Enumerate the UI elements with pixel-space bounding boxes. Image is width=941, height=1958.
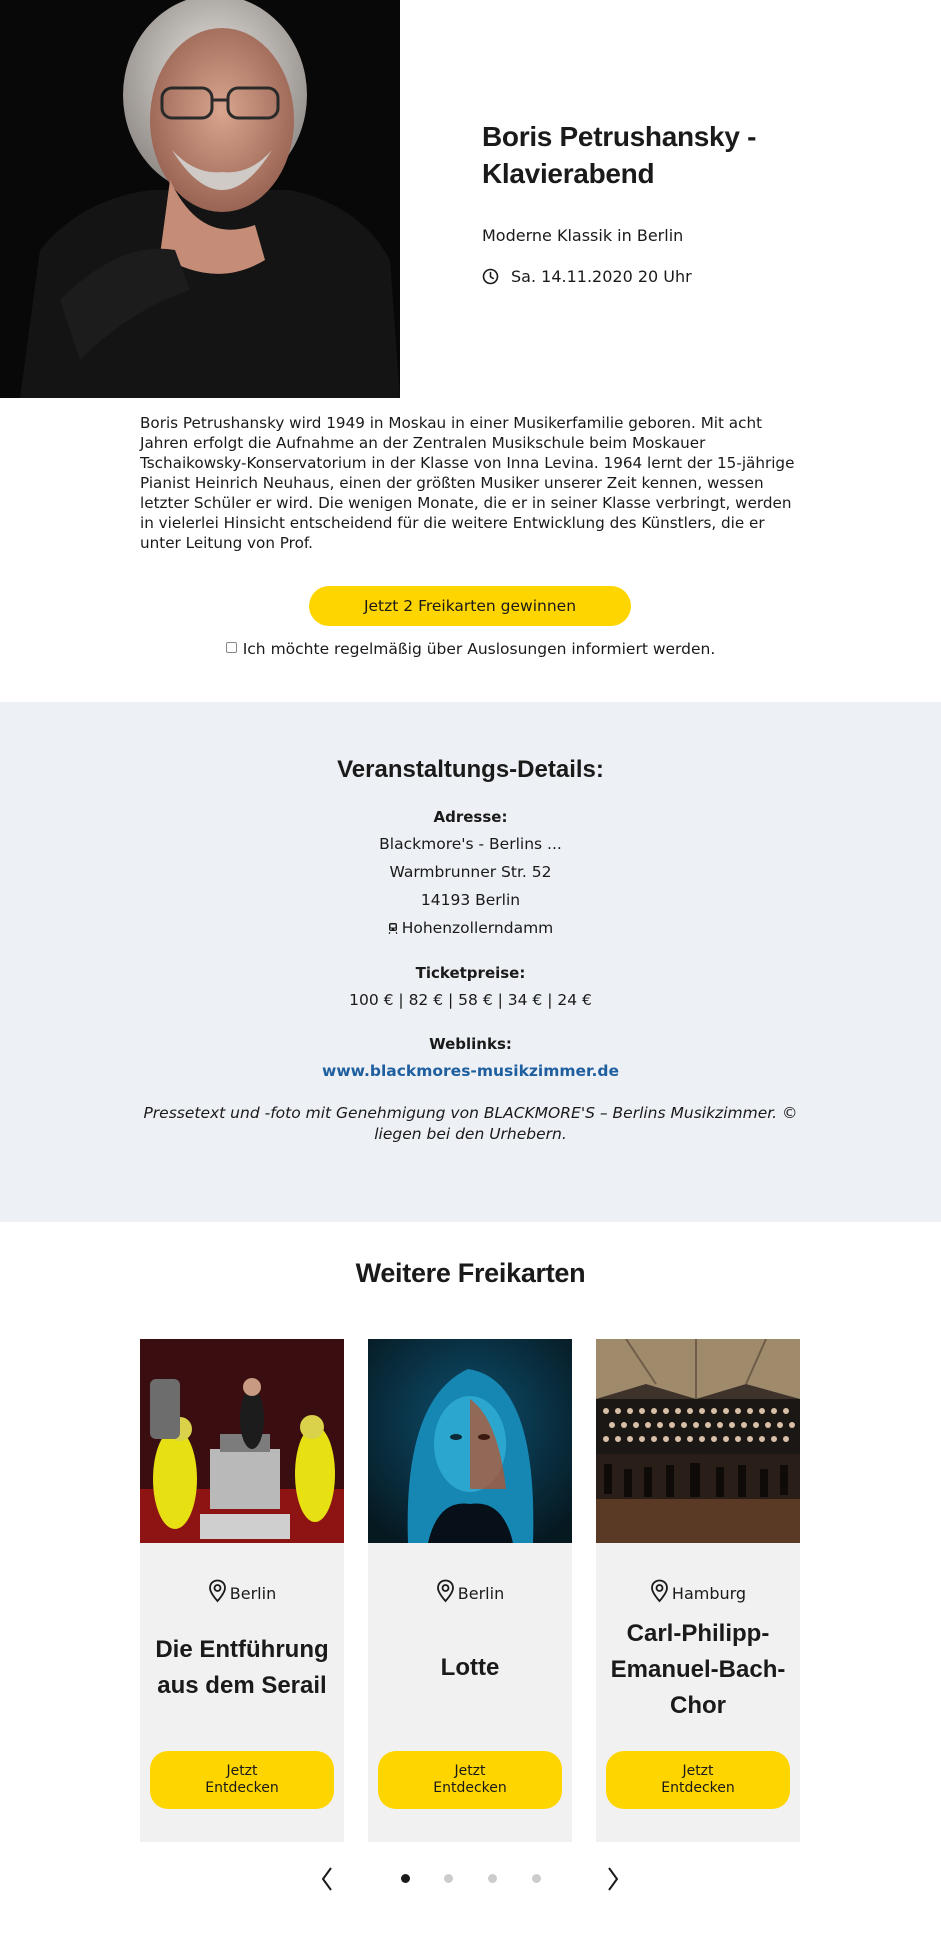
prices-label: Ticketpreise:: [415, 964, 526, 982]
ticket-prices: 100 € | 82 € | 58 € | 34 € | 24 €: [349, 991, 592, 1009]
card-image: [368, 1339, 572, 1543]
subway-icon: [388, 923, 398, 935]
card-location-text: Berlin: [457, 1584, 505, 1603]
card-title-line: Lotte: [440, 1654, 500, 1681]
discover-button[interactable]: Jetzt Entdecken: [378, 1751, 562, 1809]
map-pin-icon: [651, 1579, 668, 1603]
event-info: Boris Petrushansky - Klavierabend Modern…: [482, 118, 882, 286]
event-date: Sa. 14.11.2020 20 Uhr: [482, 267, 882, 286]
weblink-row: www.blackmores-musikzimmer.de: [0, 1062, 941, 1080]
card-title: Lotte: [376, 1650, 564, 1686]
map-pin-icon: [208, 1579, 226, 1603]
carousel-dot[interactable]: [444, 1874, 453, 1883]
ticket-card[interactable]: Berlin Die Entführung aus dem Serail Jet…: [140, 1339, 344, 1842]
discover-button-line1: Jetzt: [682, 1763, 714, 1779]
venue-city: 14193 Berlin: [420, 891, 521, 909]
map-pin-icon: [436, 1579, 454, 1603]
discover-button[interactable]: Jetzt Entdecken: [150, 1751, 334, 1809]
discover-button-line1: Jetzt: [454, 1763, 486, 1779]
ticket-card[interactable]: Berlin Lotte Jetzt Entdecken: [368, 1339, 572, 1842]
carousel-dot[interactable]: [532, 1874, 541, 1883]
discover-button-line2: Entdecken: [661, 1780, 735, 1796]
card-title-line: Emanuel-Bach-: [610, 1656, 786, 1683]
artist-photo: [0, 0, 400, 398]
event-title: Boris Petrushansky - Klavierabend: [482, 118, 882, 192]
press-note: Pressetext und -foto mit Genehmigung von…: [140, 1103, 801, 1145]
newsletter-optin[interactable]: Ich möchte regelmäßig über Auslosungen i…: [0, 640, 941, 658]
card-image: [140, 1339, 344, 1543]
weblinks-label: Weblinks:: [429, 1035, 512, 1053]
venue-street: Warmbrunner Str. 52: [389, 863, 552, 881]
event-title-line1: Boris Petrushansky -: [482, 121, 757, 152]
card-location: Hamburg: [596, 1579, 800, 1603]
press-note-line2: liegen bei den Urhebern.: [374, 1125, 567, 1143]
carousel-prev-button[interactable]: [317, 1862, 337, 1896]
address-label: Adresse:: [433, 808, 508, 826]
optin-label: Ich möchte regelmäßig über Auslosungen i…: [242, 640, 716, 658]
event-description: Boris Petrushansky wird 1949 in Moskau i…: [140, 414, 795, 552]
transit-station-text: Hohenzollerndamm: [401, 919, 554, 937]
event-title-line2: Klavierabend: [482, 158, 655, 189]
discover-button-line2: Entdecken: [433, 1780, 507, 1796]
chevron-left-icon: [321, 1867, 332, 1891]
clock-icon: [482, 268, 499, 285]
card-title-line: aus dem Serail: [157, 1672, 327, 1699]
card-title-line: Carl-Philipp-: [626, 1620, 770, 1647]
press-note-line1: Pressetext und -foto mit Genehmigung von…: [143, 1104, 798, 1122]
event-hero: Boris Petrushansky - Klavierabend Modern…: [0, 0, 941, 398]
card-title-line: Chor: [670, 1692, 726, 1719]
transit-station: Hohenzollerndamm: [0, 919, 941, 937]
card-location: Berlin: [368, 1579, 572, 1603]
win-tickets-button[interactable]: Jetzt 2 Freikarten gewinnen: [309, 586, 631, 626]
venue-weblink[interactable]: www.blackmores-musikzimmer.de: [322, 1062, 619, 1080]
carousel-dot[interactable]: [488, 1874, 497, 1883]
event-details: Veranstaltungs-Details: Adresse: Blackmo…: [0, 702, 941, 1222]
card-title-line: Die Entführung: [155, 1636, 329, 1663]
card-title: Die Entführung aus dem Serail: [148, 1632, 336, 1704]
carousel-next-button[interactable]: [603, 1862, 623, 1896]
ticket-card[interactable]: Hamburg Carl-Philipp- Emanuel-Bach- Chor…: [596, 1339, 800, 1842]
card-location-text: Berlin: [229, 1584, 277, 1603]
event-date-text: Sa. 14.11.2020 20 Uhr: [511, 267, 692, 286]
card-location: Berlin: [140, 1579, 344, 1603]
carousel-dot[interactable]: [401, 1874, 410, 1883]
card-image: [596, 1339, 800, 1543]
chevron-right-icon: [608, 1867, 619, 1891]
card-location-text: Hamburg: [671, 1584, 747, 1603]
card-title: Carl-Philipp- Emanuel-Bach- Chor: [604, 1616, 792, 1724]
discover-button-line1: Jetzt: [226, 1763, 258, 1779]
details-title: Veranstaltungs-Details:: [337, 756, 604, 783]
event-category: Moderne Klassik in Berlin: [482, 226, 684, 245]
optin-checkbox[interactable]: [225, 642, 237, 653]
discover-button[interactable]: Jetzt Entdecken: [606, 1751, 790, 1809]
more-tickets-title: Weitere Freikarten: [355, 1258, 586, 1288]
discover-button-line2: Entdecken: [205, 1780, 279, 1796]
venue-name: Blackmore's - Berlins ...: [379, 835, 562, 853]
